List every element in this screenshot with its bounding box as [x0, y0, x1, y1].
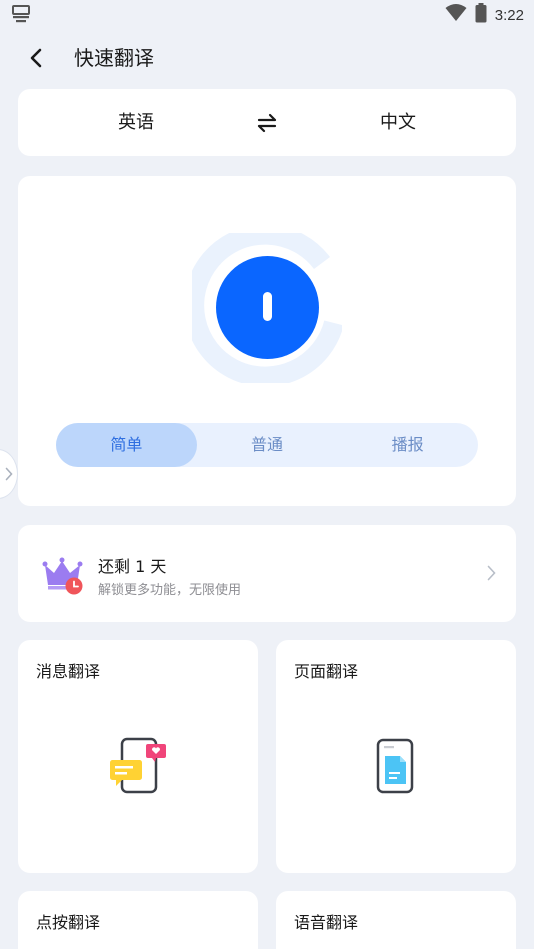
feature-tile-message-translate[interactable]: 消息翻译	[18, 640, 258, 873]
mode-tab-broadcast[interactable]: 播报	[337, 423, 478, 467]
microphone-button[interactable]	[216, 256, 319, 359]
feature-tile-voice-translate[interactable]: 语音翻译	[276, 891, 516, 949]
tile-title: 消息翻译	[36, 662, 101, 681]
crown-icon	[42, 557, 83, 595]
page-phone-icon	[376, 738, 414, 794]
chevron-right-icon	[5, 467, 13, 481]
mode-tab-simple[interactable]: 简单	[56, 423, 197, 467]
source-language-button[interactable]: 英语	[118, 111, 154, 135]
swap-icon	[257, 113, 277, 133]
voice-panel: 简单 普通 播报	[18, 176, 516, 506]
battery-icon	[475, 3, 487, 27]
swap-languages-button[interactable]	[254, 110, 280, 136]
clock: 3:22	[494, 6, 524, 24]
target-language-button[interactable]: 中文	[380, 111, 416, 135]
tile-title: 语音翻译	[294, 913, 359, 932]
message-phone-icon	[110, 737, 166, 794]
notification-icon	[11, 4, 31, 24]
feature-tile-tap-translate[interactable]: 点按翻译	[18, 891, 258, 949]
language-selector: 英语 中文	[18, 89, 516, 156]
promo-subtitle: 解锁更多功能，无限使用	[98, 583, 242, 598]
subscription-banner[interactable]: 还剩 1 天 解锁更多功能，无限使用	[18, 525, 516, 622]
back-button[interactable]	[22, 44, 50, 72]
mode-tab-normal[interactable]: 普通	[197, 423, 338, 467]
status-bar: 3:22	[0, 0, 534, 28]
back-arrow-icon	[30, 48, 42, 68]
feature-tile-page-translate[interactable]: 页面翻译	[276, 640, 516, 873]
side-drawer-handle[interactable]	[0, 449, 18, 499]
microphone-icon	[263, 292, 272, 321]
wifi-icon	[445, 4, 467, 26]
app-header: 快速翻译	[0, 38, 534, 78]
tile-title: 页面翻译	[294, 662, 359, 681]
tile-title: 点按翻译	[36, 913, 101, 932]
page-title: 快速翻译	[74, 46, 154, 70]
mode-segmented-control: 简单 普通 播报	[56, 423, 478, 467]
promo-title: 还剩 1 天	[98, 557, 167, 576]
chevron-right-icon	[487, 565, 496, 581]
